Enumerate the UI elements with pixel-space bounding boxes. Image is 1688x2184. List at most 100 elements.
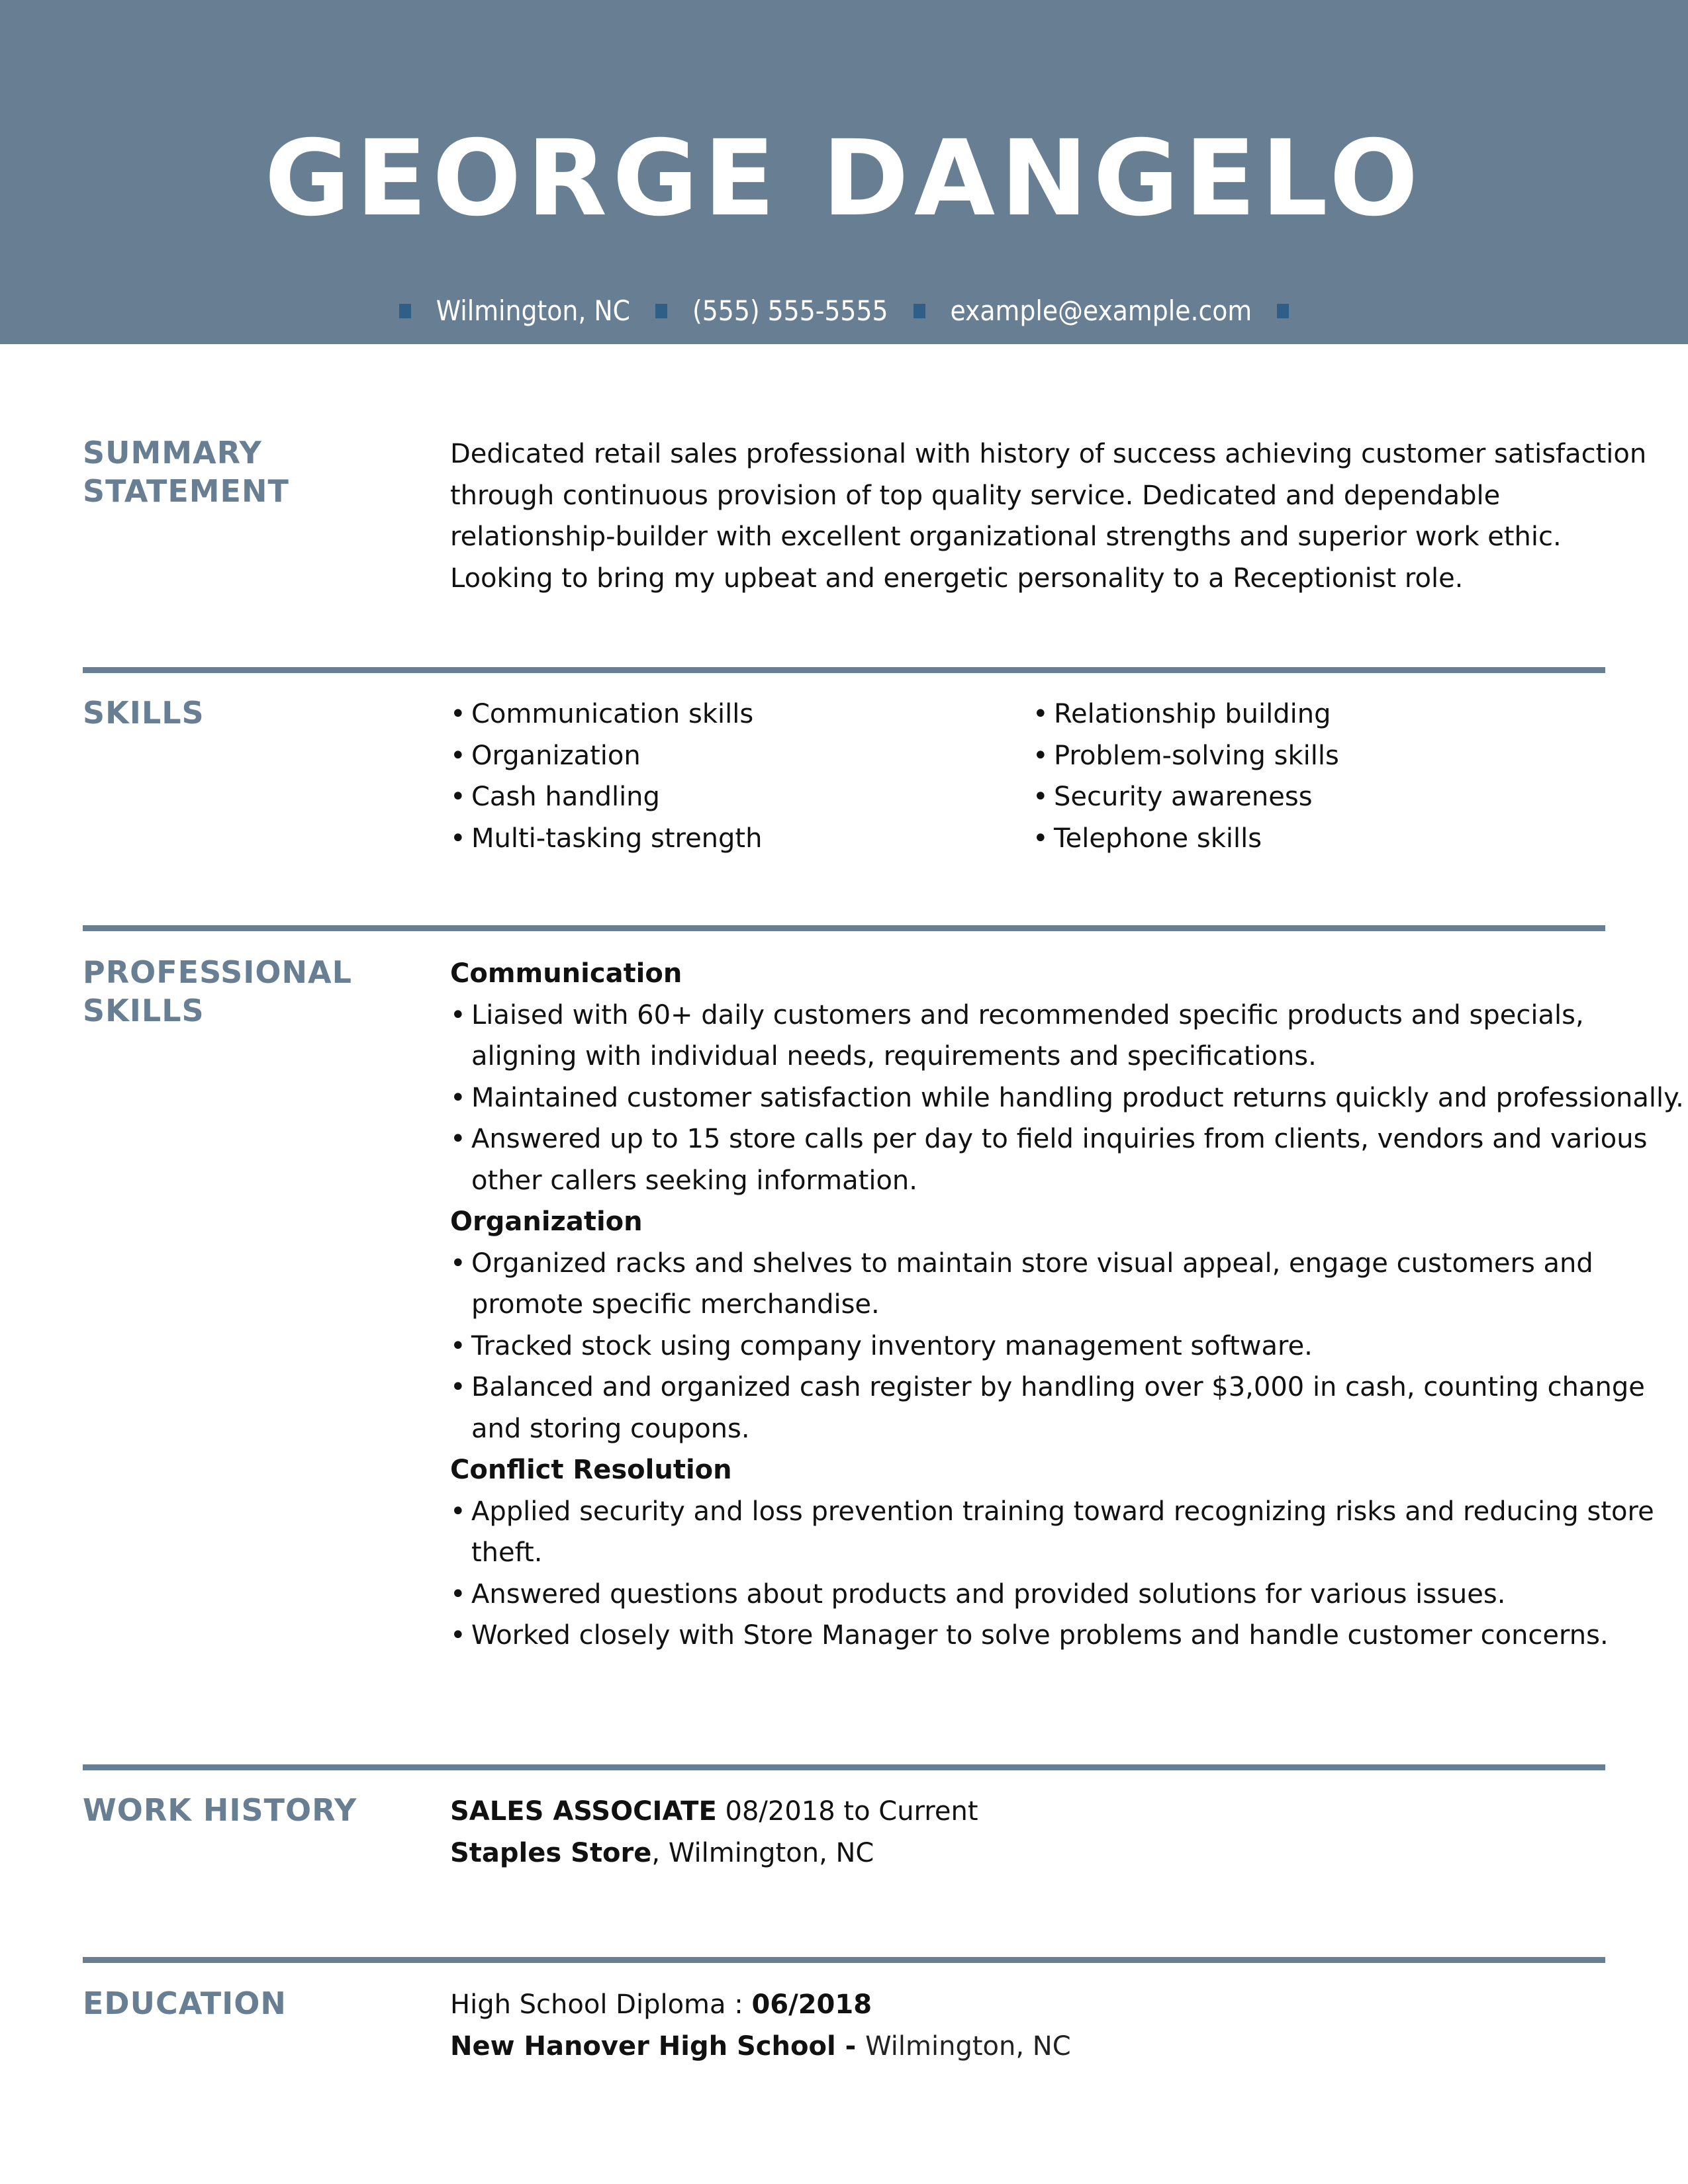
degree-line: High School Diploma : 06/2018 <box>450 1984 1688 2026</box>
contact-location: Wilmington, NC <box>436 295 631 327</box>
section-divider <box>83 1764 1605 1770</box>
bullet-icon: • <box>1033 699 1049 729</box>
skill-bullet: • Maintained customer satisfaction while … <box>450 1077 1688 1119</box>
skill-bullet: • Worked closely with Store Manager to so… <box>450 1615 1688 1657</box>
square-bullet-icon <box>913 304 925 318</box>
bullet-icon: • <box>450 782 466 812</box>
skill-bullet: • Tracked stock using company inventory m… <box>450 1326 1688 1367</box>
skill-label: Cash handling <box>471 782 660 812</box>
professional-skills-list: Communication • Liaised with 60+ daily cu… <box>450 953 1688 1657</box>
square-bullet-icon <box>399 304 411 318</box>
skill-label: Telephone skills <box>1054 823 1262 854</box>
bullet-text: Applied security and loss prevention tra… <box>471 1496 1654 1569</box>
skill-label: Communication skills <box>471 699 754 729</box>
school-location: Wilmington, NC <box>865 2030 1071 2062</box>
bullet-icon: • <box>1033 740 1049 771</box>
square-bullet-icon <box>1277 304 1289 318</box>
candidate-name: GEORGE DANGELO <box>264 118 1424 240</box>
summary-section: SUMMARY STATEMENT Dedicated retail sales… <box>83 433 1646 606</box>
employer-line: Staples Store, Wilmington, NC <box>450 1833 1688 1874</box>
summary-heading-line2: STATEMENT <box>83 473 289 509</box>
job-title: SALES ASSOCIATE <box>450 1796 717 1827</box>
bullet-icon: • <box>1033 823 1049 854</box>
skill-label: Problem-solving skills <box>1054 740 1339 771</box>
summary-line: relationship-builder with excellent orga… <box>450 522 1562 552</box>
summary-heading-line1: SUMMARY <box>83 435 262 471</box>
skill-bullet: • Applied security and loss prevention tr… <box>450 1491 1688 1574</box>
skill-item: • Multi-tasking strength <box>450 818 1033 860</box>
bullet-text: Answered questions about products and pr… <box>471 1578 1506 1610</box>
skill-group-title: Communication <box>450 958 682 989</box>
contact-email[interactable]: example@example.com <box>951 291 1252 331</box>
employer-name: Staples Store <box>450 1837 652 1868</box>
skill-group-title: Organization <box>450 1206 643 1237</box>
skill-bullet: • Answered up to 15 store calls per day t… <box>450 1118 1688 1201</box>
degree-name: High School Diploma : <box>450 1989 752 2020</box>
skill-item: • Relationship building <box>1033 694 1615 735</box>
professional-skills-heading-line2: SKILLS <box>83 993 205 1028</box>
bullet-icon: • <box>450 1578 466 1610</box>
skill-label: Multi-tasking strength <box>471 823 763 854</box>
summary-line: Looking to bring my upbeat and energetic… <box>450 563 1464 594</box>
graduation-date: 06/2018 <box>751 1989 872 2020</box>
bullet-icon: • <box>450 823 466 854</box>
skill-item: • Problem-solving skills <box>1033 735 1615 777</box>
skill-bullet: • Answered questions about products and p… <box>450 1574 1688 1615</box>
skill-bullet: • Organized racks and shelves to maintain… <box>450 1243 1688 1326</box>
section-divider <box>83 1957 1605 1963</box>
bullet-icon: • <box>450 699 466 729</box>
bullet-icon: • <box>450 999 466 1030</box>
bullet-icon: • <box>450 1082 466 1113</box>
skill-item: • Organization <box>450 735 1033 777</box>
education-heading: EDUCATION <box>83 1985 287 2021</box>
work-history-heading: WORK HISTORY <box>83 1792 357 1828</box>
education-section: EDUCATION High School Diploma : 06/2018 … <box>83 1984 1605 2090</box>
skill-bullet: • Liaised with 60+ daily customers and re… <box>450 995 1688 1077</box>
school-line: New Hanover High School - Wilmington, NC <box>450 2026 1688 2068</box>
skill-group-title: Conflict Resolution <box>450 1455 732 1485</box>
summary-line: Dedicated retail sales professional with… <box>450 439 1647 469</box>
professional-skills-heading: PROFESSIONAL SKILLS <box>83 953 414 1030</box>
summary-line: through continuous provision of top qual… <box>450 480 1501 511</box>
skill-item: • Security awareness <box>1033 776 1615 818</box>
school-name: New Hanover High School - <box>450 2030 866 2062</box>
skill-label: Security awareness <box>1054 782 1313 812</box>
section-divider <box>83 667 1605 673</box>
header-band: GEORGE DANGELO Wilmington, NC (555) 555-… <box>0 0 1688 344</box>
skill-item: • Communication skills <box>450 694 1033 735</box>
bullet-text: Tracked stock using company inventory ma… <box>471 1330 1313 1361</box>
skill-label: Relationship building <box>1054 699 1331 729</box>
bullet-icon: • <box>450 1620 466 1651</box>
summary-text: Dedicated retail sales professional with… <box>450 433 1688 599</box>
bullet-text: Maintained customer satisfaction while h… <box>471 1082 1684 1113</box>
contact-line: Wilmington, NC (555) 555-5555 example@ex… <box>0 291 1688 331</box>
skills-column-right: • Relationship building • Problem-solving … <box>1033 694 1615 859</box>
section-divider <box>83 925 1605 931</box>
bullet-text: Liaised with 60+ daily customers and rec… <box>471 999 1584 1072</box>
bullet-icon: • <box>450 1248 466 1279</box>
bullet-icon: • <box>450 740 466 771</box>
bullet-text: Worked closely with Store Manager to sol… <box>471 1620 1609 1651</box>
employer-location: , Wilmington, NC <box>651 1837 874 1868</box>
bullet-text: Organized racks and shelves to maintain … <box>471 1248 1593 1320</box>
bullet-icon: • <box>1033 782 1049 812</box>
skills-section: SKILLS • Communication skills • Organizati… <box>83 694 1605 866</box>
skill-bullet: • Balanced and organized cash register by… <box>450 1367 1688 1449</box>
bullet-icon: • <box>450 1372 466 1402</box>
bullet-text: Balanced and organized cash register by … <box>471 1372 1645 1444</box>
bullet-text: Answered up to 15 store calls per day to… <box>471 1124 1648 1196</box>
education-entry: High School Diploma : 06/2018 New Hanove… <box>450 1984 1688 2067</box>
bullet-icon: • <box>450 1330 466 1361</box>
skill-item: • Cash handling <box>450 776 1033 818</box>
job-line: SALES ASSOCIATE 08/2018 to Current <box>450 1791 1688 1833</box>
professional-skills-heading-line1: PROFESSIONAL <box>83 954 352 990</box>
work-history-entry: SALES ASSOCIATE 08/2018 to Current Stapl… <box>450 1791 1688 1874</box>
skill-item: • Telephone skills <box>1033 818 1615 860</box>
square-bullet-icon <box>655 304 668 318</box>
skills-column-left: • Communication skills • Organization • Cas… <box>450 694 1033 859</box>
skill-label: Organization <box>471 740 641 771</box>
bullet-icon: • <box>450 1496 466 1527</box>
contact-phone: (555) 555-5555 <box>692 295 888 327</box>
professional-skills-section: PROFESSIONAL SKILLS Communication • Liais… <box>83 953 1684 1707</box>
summary-heading: SUMMARY STATEMENT <box>83 433 414 510</box>
